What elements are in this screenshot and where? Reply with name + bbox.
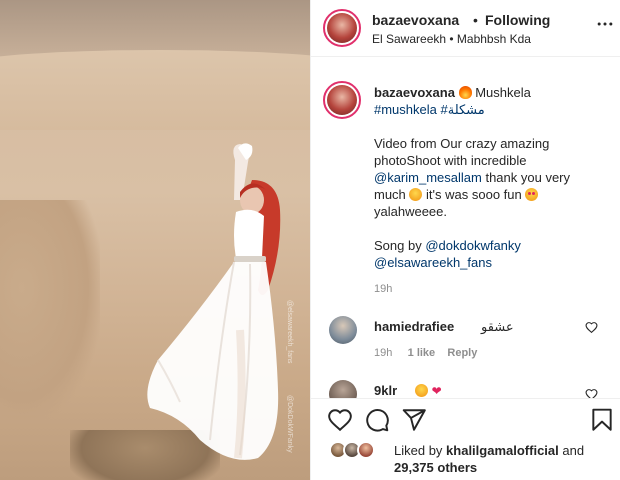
caption-hashtags[interactable]: #mushkela #مشكلة bbox=[374, 102, 485, 117]
caption-timestamp[interactable]: 19h bbox=[374, 283, 392, 295]
mention-karim-link[interactable]: @karim_mesallam bbox=[374, 170, 482, 185]
comment-item: 9klr ❤ bbox=[311, 378, 620, 398]
heart-outline-icon[interactable] bbox=[327, 407, 353, 433]
caption-text: bazaevoxana Mushkela #mushkela #مشكلة Vi… bbox=[374, 84, 604, 271]
comment-timestamp[interactable]: 19h bbox=[374, 347, 392, 359]
red-heart-emoji-icon: ❤ bbox=[431, 384, 442, 398]
post-side-panel: bazaevoxana • Following El Sawareekh • M… bbox=[310, 0, 620, 480]
commenter-username-link[interactable]: 9klr bbox=[374, 383, 397, 398]
author-username-link[interactable]: bazaevoxana bbox=[372, 12, 459, 28]
background-dune-top bbox=[0, 50, 310, 130]
grinning-emoji-icon bbox=[409, 188, 423, 201]
caption-author-avatar[interactable] bbox=[327, 85, 357, 115]
commenter-avatar[interactable] bbox=[329, 380, 357, 398]
comment-like-heart-icon[interactable] bbox=[585, 388, 598, 398]
likes-prefix: Liked by bbox=[394, 443, 443, 458]
caption-body-3: it's was sooo fun bbox=[426, 187, 522, 202]
liker-avatar[interactable] bbox=[357, 441, 375, 459]
likes-conjunction: and bbox=[562, 443, 585, 458]
following-button[interactable]: Following bbox=[485, 12, 550, 28]
caption-song-label: Song by bbox=[374, 238, 422, 253]
author-avatar[interactable] bbox=[327, 13, 357, 43]
header-separator: • bbox=[473, 12, 478, 28]
location-link[interactable]: El Sawareekh • Mabhbsh Kda bbox=[372, 32, 531, 46]
media-watermark: @elsawareekh_fans bbox=[286, 300, 293, 364]
mention-elsawareekh-link[interactable]: @elsawareekh_fans bbox=[374, 255, 492, 270]
bookmark-icon[interactable] bbox=[589, 407, 615, 433]
paper-plane-icon[interactable] bbox=[401, 407, 427, 433]
commenter-username-link[interactable]: hamiedrafiee bbox=[374, 319, 454, 334]
heart-eyes-emoji-icon bbox=[525, 188, 539, 201]
comment-emoji-content: ❤ bbox=[415, 383, 442, 398]
fire-emoji-icon bbox=[458, 86, 472, 99]
post-media[interactable]: @elsawareekh_fans @DokDokWFanky bbox=[0, 0, 310, 480]
caption-author-link[interactable]: bazaevoxana bbox=[374, 85, 455, 100]
comment-like-count[interactable]: 1 like bbox=[408, 347, 436, 359]
comment-like-heart-icon[interactable] bbox=[585, 321, 598, 334]
caption-title: Mushkela bbox=[475, 85, 531, 100]
post-actions: Liked by khalilgamalofficial and 29,375 … bbox=[311, 398, 620, 480]
caption-body-4: yalahweeee. bbox=[374, 204, 447, 219]
comment-meta: 19h 1 like Reply bbox=[374, 347, 477, 359]
comment-text: عشقو bbox=[481, 319, 514, 334]
media-watermark-2: @DokDokWFanky bbox=[286, 395, 293, 453]
dancer-figure bbox=[147, 143, 281, 460]
liker-username-link[interactable]: khalilgamalofficial bbox=[446, 443, 559, 458]
more-horizontal-icon[interactable] bbox=[595, 14, 615, 34]
post-header: bazaevoxana • Following El Sawareekh • M… bbox=[311, 0, 620, 57]
comment-bubble-icon[interactable] bbox=[364, 407, 390, 433]
background-dune-left bbox=[0, 200, 100, 420]
mention-dokdok-link[interactable]: @dokdokwfanky bbox=[425, 238, 521, 253]
sad-emoji-icon bbox=[415, 384, 428, 397]
commenter-avatar[interactable] bbox=[329, 316, 357, 344]
caption-body-1: Video from Our crazy amazing photoShoot … bbox=[374, 136, 550, 168]
likes-count-link[interactable]: 29,375 others bbox=[394, 460, 477, 475]
comment-reply-button[interactable]: Reply bbox=[447, 347, 477, 359]
likes-text: Liked by khalilgamalofficial and 29,375 … bbox=[394, 442, 604, 476]
